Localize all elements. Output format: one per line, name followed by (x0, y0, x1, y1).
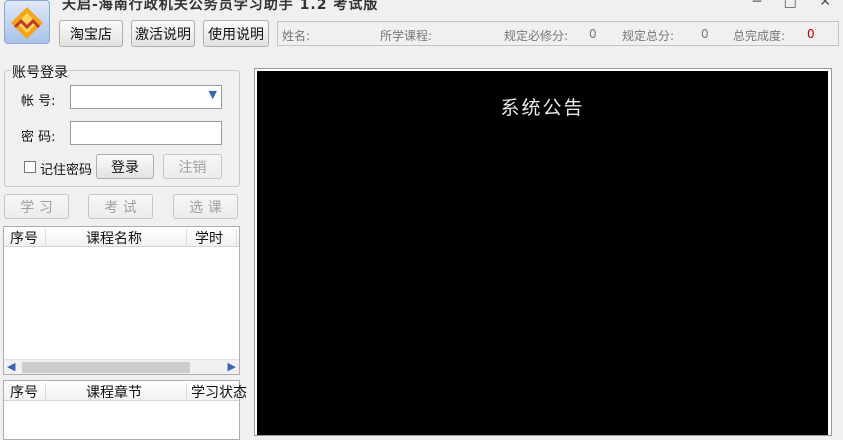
scroll-left-icon[interactable]: ◀ (7, 360, 15, 373)
usage-help-button[interactable]: 使用说明 (203, 20, 269, 47)
app-logo-icon (4, 0, 50, 44)
app-title: 天启-海南行政机关公务员学习助手 1.2 考试版 (62, 0, 379, 13)
scroll-right-icon[interactable]: ▶ (228, 360, 236, 373)
total-score-value: 0 (701, 27, 709, 41)
maximize-icon[interactable]: □ (784, 0, 797, 10)
close-icon[interactable]: ✕ (819, 0, 831, 10)
activation-help-button[interactable]: 激活说明 (131, 20, 195, 47)
exam-button[interactable]: 考 试 (88, 194, 153, 219)
completion-label: 总完成度: (733, 29, 786, 43)
announcement-title: 系统公告 (500, 97, 585, 119)
total-score-label: 规定总分: (622, 29, 675, 43)
name-label: 姓名: (282, 29, 311, 43)
required-score-label: 规定必修分: (504, 29, 569, 43)
column-header[interactable]: 序号 (10, 382, 38, 402)
required-score-value: 0 (589, 27, 597, 41)
course-label: 所学课程: (380, 29, 433, 43)
chevron-down-icon[interactable]: ▼ (209, 88, 217, 101)
column-header[interactable]: 序号 (10, 228, 38, 248)
course-list-scrollbar[interactable]: ◀ ▶ (4, 359, 239, 374)
password-label: 密 码: (21, 130, 56, 145)
login-group-title: 账号登录 (11, 62, 69, 82)
chapter-list[interactable]: 序号 课程章节 学习状态 (3, 380, 247, 440)
study-button[interactable]: 学 习 (4, 194, 69, 219)
course-list[interactable]: 序号 课程名称 学时 ◀ ▶ (3, 226, 240, 375)
login-button[interactable]: 登录 (96, 154, 154, 179)
window-controls: ─ □ ✕ (735, 0, 831, 10)
remember-password-label[interactable]: 记住密码 (40, 159, 92, 178)
column-header[interactable]: 学习状态 (191, 382, 247, 402)
chapter-list-header: 序号 课程章节 学习状态 (4, 381, 247, 402)
column-header[interactable]: 课程章节 (86, 382, 142, 402)
announcement-panel: 系统公告 (257, 71, 828, 435)
taobao-store-button[interactable]: 淘宝店 (59, 20, 123, 47)
account-combo[interactable]: ▼ (70, 85, 222, 109)
course-list-header: 序号 课程名称 学时 (4, 227, 239, 247)
completion-value: 0 (807, 27, 815, 41)
select-course-button[interactable]: 选 课 (173, 194, 238, 219)
user-info-bar: 姓名: 所学课程: 规定必修分: 0 规定总分: 0 总完成度: 0 (277, 21, 839, 46)
logout-button[interactable]: 注销 (163, 154, 222, 179)
account-label: 帐 号: (21, 94, 56, 109)
column-header[interactable]: 学时 (195, 228, 223, 248)
minimize-icon[interactable]: ─ (753, 0, 761, 10)
column-header[interactable]: 课程名称 (86, 228, 142, 248)
password-field[interactable] (70, 121, 222, 145)
scrollbar-thumb[interactable] (22, 362, 190, 373)
remember-password-checkbox[interactable] (24, 161, 36, 173)
